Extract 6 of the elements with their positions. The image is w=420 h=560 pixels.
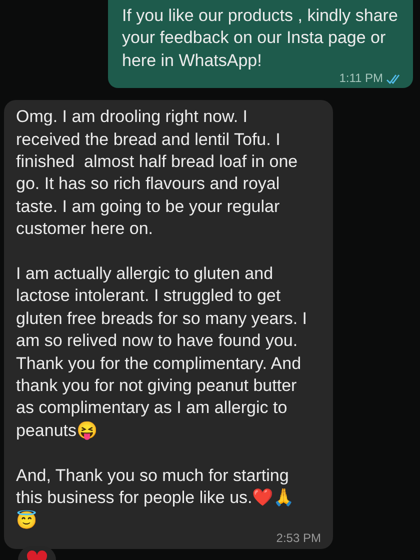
message-text: I am actually allergic to gluten and lactose intolerant. I struggled to get gluten free breads for so many years. I am so relived now to have found you. Thank you for the complimentary. And thank you for not giving peanut butter as complimentary as I am allergic to peanuts😝 [16, 264, 308, 440]
message-time: 2:53 PM [276, 532, 321, 545]
message-time: 1:11 PM [339, 72, 383, 86]
message-text: And, Thank you so much for starting this business for people like us.❤🙏😇 [16, 466, 294, 530]
message-text: Omg. I am drooling right now. I received the bread and lentil Tofu. I finished almost half bread loaf in one go. It has so rich flavours and royal taste. I am going to be your regular customer here on. [16, 107, 299, 238]
message-text: If you like our products , kindly share your feedback on our Insta page or here in WhatsApp! [122, 6, 399, 70]
